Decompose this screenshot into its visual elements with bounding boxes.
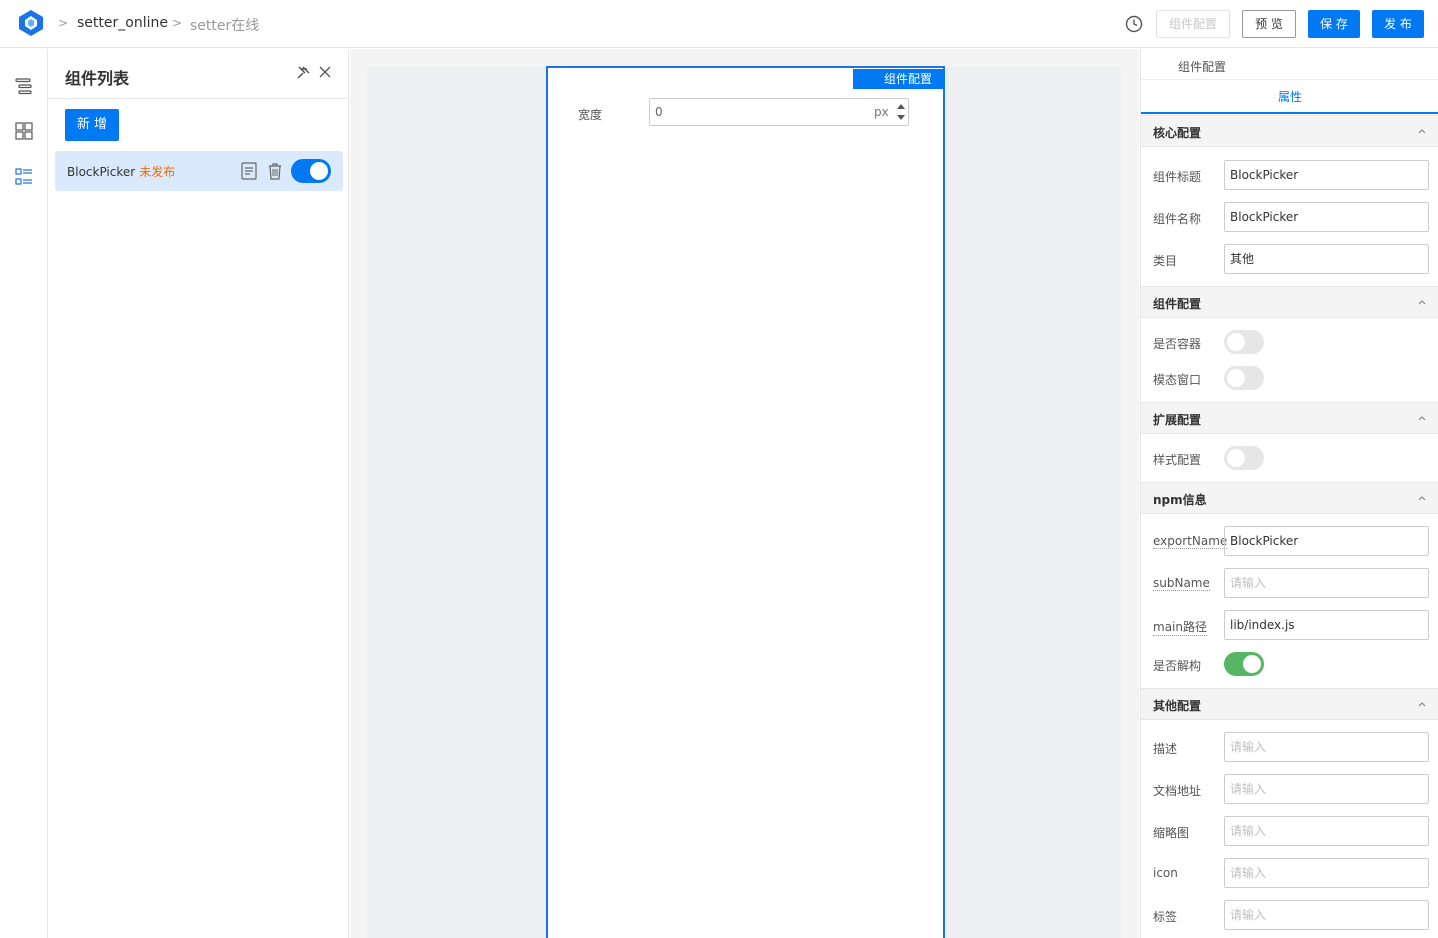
component-name-input[interactable]: BlockPicker	[1224, 202, 1429, 232]
field-label: 描述	[1153, 742, 1178, 756]
field-label: 类目	[1153, 254, 1178, 268]
breadcrumb-page[interactable]: setter在线	[190, 15, 259, 35]
main-path-input[interactable]: lib/index.js	[1224, 610, 1429, 640]
width-unit: px	[874, 105, 889, 119]
save-button[interactable]: 保 存	[1308, 10, 1360, 38]
export-name-input[interactable]: BlockPicker	[1224, 526, 1429, 556]
width-number-input[interactable]: 0 px	[649, 98, 909, 126]
component-list-icon[interactable]	[14, 167, 34, 187]
field-label: icon	[1153, 866, 1178, 880]
section-title: 核心配置	[1153, 126, 1202, 140]
icon-input[interactable]: 请输入	[1224, 858, 1429, 888]
field-label: subName	[1153, 576, 1210, 591]
section-core-config[interactable]: 核心配置	[1141, 115, 1438, 147]
publish-button[interactable]: 发 布	[1372, 10, 1424, 38]
frame-tag[interactable]: 组件配置	[853, 69, 945, 89]
field-label: 是否解构	[1153, 659, 1202, 673]
section-title: 扩展配置	[1153, 413, 1202, 427]
component-title-input[interactable]: BlockPicker	[1224, 160, 1429, 190]
divider	[49, 98, 349, 99]
chevron-up-icon[interactable]	[1417, 126, 1427, 136]
field-label: 组件名称	[1153, 212, 1202, 226]
section-title: npm信息	[1153, 493, 1207, 507]
outline-tree-icon[interactable]	[14, 76, 34, 96]
field-label: 标签	[1153, 910, 1178, 924]
component-list-panel: 组件列表 新 增 BlockPicker 未发布	[49, 49, 349, 938]
left-rail	[0, 49, 48, 938]
component-name-text: BlockPicker	[67, 165, 136, 179]
panel-title: 组件列表	[65, 69, 130, 88]
list-item[interactable]: BlockPicker 未发布	[55, 151, 343, 191]
properties-header: 组件配置	[1178, 60, 1227, 74]
section-npm-info[interactable]: npm信息	[1141, 482, 1438, 514]
field-label: 文档地址	[1153, 784, 1202, 798]
breadcrumb-project[interactable]: setter_online	[77, 15, 168, 31]
stepper-arrows-icon[interactable]	[896, 101, 906, 123]
enable-toggle[interactable]	[291, 159, 331, 183]
section-extension-config[interactable]: 扩展配置	[1141, 402, 1438, 434]
components-grid-icon[interactable]	[14, 121, 34, 141]
container-toggle[interactable]	[1224, 330, 1264, 354]
app-logo-icon[interactable]	[16, 8, 46, 38]
section-title: 组件配置	[1153, 297, 1202, 311]
field-label: 组件标题	[1153, 170, 1202, 184]
close-icon[interactable]	[318, 65, 332, 79]
preview-button[interactable]: 预 览	[1242, 10, 1296, 38]
history-clock-icon[interactable]	[1125, 15, 1143, 33]
sub-name-input[interactable]: 请输入	[1224, 568, 1429, 598]
field-label: 是否容器	[1153, 337, 1202, 351]
section-component-config[interactable]: 组件配置	[1141, 286, 1438, 318]
chevron-up-icon[interactable]	[1417, 493, 1427, 503]
field-label: main路径	[1153, 620, 1207, 636]
pin-icon[interactable]	[295, 65, 311, 81]
component-name: BlockPicker 未发布	[67, 163, 175, 180]
chevron-up-icon[interactable]	[1417, 297, 1427, 307]
component-status: 未发布	[139, 165, 176, 179]
chevron-up-icon[interactable]	[1417, 413, 1427, 423]
field-label: 样式配置	[1153, 453, 1202, 467]
config-button[interactable]: 组件配置	[1156, 10, 1230, 38]
edit-doc-icon[interactable]	[241, 162, 257, 180]
section-title: 其他配置	[1153, 699, 1202, 713]
tab-properties[interactable]: 属性	[1141, 80, 1438, 114]
tag-input[interactable]: 请输入	[1224, 900, 1429, 930]
canvas-area: 组件配置 宽度 0 px	[350, 49, 1139, 938]
field-label: exportName	[1153, 534, 1228, 549]
field-label: 缩略图	[1153, 826, 1190, 840]
breadcrumb-separator-icon: >	[58, 16, 69, 30]
preview-frame[interactable]: 组件配置 宽度 0 px	[546, 66, 945, 938]
doc-url-input[interactable]: 请输入	[1224, 774, 1429, 804]
thumbnail-input[interactable]: 请输入	[1224, 816, 1429, 846]
top-bar: > setter_online > setter在线 组件配置 预 览 保 存 …	[0, 0, 1438, 48]
category-input[interactable]: 其他	[1224, 244, 1429, 274]
destructure-toggle[interactable]	[1224, 652, 1264, 676]
width-label: 宽度	[578, 108, 603, 122]
add-component-button[interactable]: 新 增	[65, 109, 119, 141]
delete-trash-icon[interactable]	[267, 162, 283, 180]
description-input[interactable]: 请输入	[1224, 732, 1429, 762]
chevron-up-icon[interactable]	[1417, 699, 1427, 709]
field-label: 模态窗口	[1153, 373, 1202, 387]
breadcrumb-separator-icon: >	[172, 16, 183, 30]
properties-panel: 组件配置 属性 核心配置 组件标题 BlockPicker 组件名称 Block…	[1140, 49, 1438, 938]
modal-toggle[interactable]	[1224, 366, 1264, 390]
section-other-config[interactable]: 其他配置	[1141, 688, 1438, 720]
style-config-toggle[interactable]	[1224, 446, 1264, 470]
width-value: 0	[655, 105, 663, 119]
